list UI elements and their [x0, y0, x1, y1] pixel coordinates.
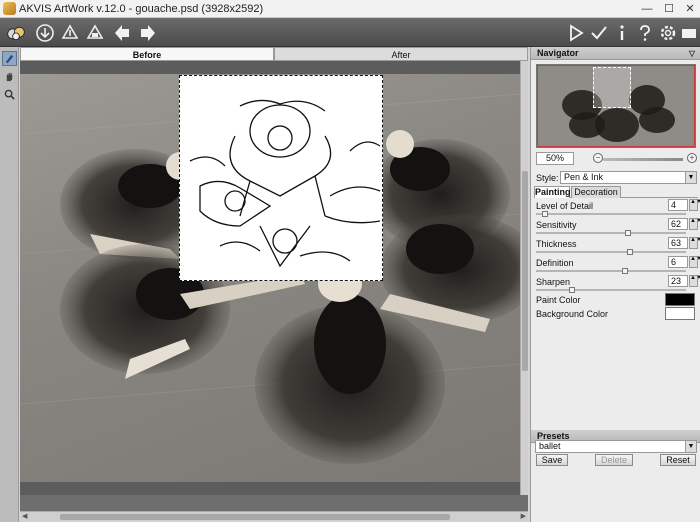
- spinner-icon[interactable]: ▲▼: [689, 256, 700, 268]
- zoom-slider[interactable]: [603, 158, 683, 161]
- main-toolbar: [0, 18, 700, 47]
- param-row: Definition 6 ▲▼: [536, 256, 700, 274]
- param-label: Level of Detail: [536, 201, 594, 211]
- tab-decoration[interactable]: Decoration: [571, 186, 621, 198]
- chevron-down-icon: ▼: [685, 172, 696, 183]
- style-label: Style:: [536, 173, 559, 183]
- horizontal-scrollbar[interactable]: ◀ ▶: [20, 511, 528, 521]
- spinner-icon[interactable]: ▲▼: [689, 218, 700, 230]
- tab-after[interactable]: After: [274, 47, 528, 61]
- canvas-footer: [20, 495, 528, 511]
- param-slider[interactable]: [536, 249, 686, 255]
- help-icon[interactable]: [634, 22, 656, 44]
- style-row: Style: Pen & Ink ▼: [536, 171, 698, 184]
- background-color-swatch[interactable]: [665, 307, 695, 320]
- image-canvas[interactable]: [20, 61, 520, 495]
- paint-color-row: Paint Color: [536, 293, 698, 307]
- param-slider[interactable]: [536, 230, 686, 236]
- slider-handle[interactable]: [542, 211, 548, 217]
- save-preset-button[interactable]: Save: [536, 454, 568, 466]
- zoom-out-icon[interactable]: −: [593, 153, 603, 163]
- background-color-row: Background Color: [536, 307, 698, 321]
- app-icon: [3, 2, 16, 15]
- tab-painting[interactable]: Painting: [534, 186, 571, 198]
- brush-icon[interactable]: [2, 51, 17, 66]
- slider-handle[interactable]: [627, 249, 633, 255]
- spinner-icon[interactable]: ▲▼: [689, 199, 700, 211]
- close-button[interactable]: ✕: [680, 2, 700, 16]
- chevron-down-icon: ▼: [685, 441, 696, 452]
- param-row: Level of Detail 4 ▲▼: [536, 199, 700, 217]
- param-value-input[interactable]: 63: [668, 237, 688, 249]
- minimize-button[interactable]: —: [637, 2, 657, 16]
- param-slider[interactable]: [536, 268, 686, 274]
- open-icon[interactable]: [34, 22, 56, 44]
- style-select[interactable]: Pen & Ink ▼: [560, 171, 697, 184]
- zoom-icon[interactable]: [2, 87, 17, 102]
- view-tabs: Before After: [20, 47, 528, 61]
- preset-value: ballet: [539, 441, 561, 451]
- param-value-input[interactable]: 4: [668, 199, 688, 211]
- param-slider[interactable]: [536, 287, 686, 293]
- settings-icon[interactable]: [657, 22, 679, 44]
- navigator-viewport[interactable]: [593, 67, 631, 108]
- param-value-input[interactable]: 6: [668, 256, 688, 268]
- spinner-icon[interactable]: ▲▼: [689, 275, 700, 287]
- slider-handle[interactable]: [622, 268, 628, 274]
- undo-icon[interactable]: [112, 22, 134, 44]
- print-icon[interactable]: [84, 22, 106, 44]
- preset-select[interactable]: ballet ▼: [535, 440, 697, 453]
- background-color-label: Background Color: [536, 309, 609, 319]
- paint-color-label: Paint Color: [536, 295, 581, 305]
- param-row: Sharpen 23 ▲▼: [536, 275, 700, 293]
- delete-preset-button[interactable]: Delete: [595, 454, 633, 466]
- param-label: Thickness: [536, 239, 577, 249]
- paint-color-swatch[interactable]: [665, 293, 695, 306]
- title-bar: AKVIS ArtWork v.12.0 - gouache.psd (3928…: [0, 0, 700, 18]
- param-label: Definition: [536, 258, 574, 268]
- zoom-in-icon[interactable]: +: [687, 153, 697, 163]
- style-value: Pen & Ink: [564, 172, 604, 182]
- spinner-icon[interactable]: ▲▼: [689, 237, 700, 249]
- chat-icon[interactable]: [678, 22, 700, 44]
- navigator-thumbnail[interactable]: [536, 64, 696, 148]
- navigator-title: Navigator: [537, 48, 579, 58]
- param-label: Sharpen: [536, 277, 571, 287]
- redo-icon[interactable]: [136, 22, 158, 44]
- tools-panel: [0, 47, 19, 522]
- pen-ink-preview-area: [179, 75, 383, 281]
- param-row: Thickness 63 ▲▼: [536, 237, 700, 255]
- tab-before[interactable]: Before: [20, 47, 274, 61]
- param-row: Sensitivity 62 ▲▼: [536, 218, 700, 236]
- collapse-icon[interactable]: ▽: [689, 47, 695, 60]
- param-slider[interactable]: [536, 211, 686, 217]
- app-logo-icon[interactable]: [3, 22, 29, 44]
- info-icon[interactable]: [611, 22, 633, 44]
- param-value-input[interactable]: 62: [668, 218, 688, 230]
- maximize-button[interactable]: ☐: [659, 2, 679, 16]
- param-value-input[interactable]: 23: [668, 275, 688, 287]
- parameter-tabs: Painting Decoration: [534, 186, 698, 198]
- navigator-header: Navigator ▽: [531, 47, 700, 60]
- reset-button[interactable]: Reset: [660, 454, 696, 466]
- slider-handle[interactable]: [625, 230, 631, 236]
- param-label: Sensitivity: [536, 220, 577, 230]
- hand-icon[interactable]: [2, 69, 17, 84]
- zoom-select[interactable]: 50%: [536, 152, 574, 165]
- window-title: AKVIS ArtWork v.12.0 - gouache.psd (3928…: [19, 3, 264, 15]
- apply-icon[interactable]: [588, 22, 610, 44]
- scroll-right-icon[interactable]: ▶: [521, 512, 526, 521]
- run-icon[interactable]: [565, 22, 587, 44]
- vertical-scrollbar[interactable]: [520, 61, 528, 495]
- scroll-left-icon[interactable]: ◀: [22, 512, 27, 521]
- settings-panel: Navigator ▽ 50% − + Style: Pen & Ink ▼ P…: [530, 47, 700, 522]
- save-icon[interactable]: [59, 22, 81, 44]
- zoom-row: 50% − +: [531, 152, 700, 166]
